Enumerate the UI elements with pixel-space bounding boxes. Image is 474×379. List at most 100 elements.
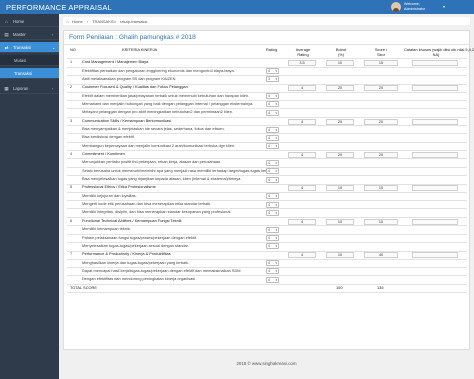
- rating-select[interactable]: 3 ▾: [266, 76, 279, 83]
- exchange-icon: ⇄: [4, 45, 9, 50]
- footer: 2018 © www.singhakreasi.com: [236, 361, 297, 366]
- bobot-value: 20: [326, 118, 354, 125]
- rating-select[interactable]: 4 ▾: [266, 235, 279, 241]
- rating-select[interactable]: 4 ▾: [266, 260, 279, 267]
- rating-select[interactable]: 4 ▾: [266, 68, 279, 74]
- sidebar-item-home[interactable]: ⌂ Home: [0, 16, 59, 27]
- criterion-text: Menghasilkan kinerja dan tugas-tugas/pek…: [82, 259, 190, 265]
- rating-select[interactable]: 4 ▾: [266, 126, 279, 133]
- rating-select[interactable]: 4 ▾: [266, 93, 279, 100]
- caret-down-icon: ▾: [275, 102, 277, 107]
- rating-select[interactable]: 4 ▾: [266, 101, 279, 108]
- group-title: Communication Skills / Kemampuan Berkomu…: [82, 117, 172, 123]
- rating-select-value: 4: [268, 127, 270, 132]
- rating-select-value: 4: [268, 210, 270, 215]
- catatan-input[interactable]: [412, 218, 458, 225]
- bobot-value: 10: [326, 252, 354, 259]
- score-value: 10: [364, 218, 398, 225]
- catatan-input[interactable]: [412, 118, 458, 125]
- average-rating-value: 4: [288, 85, 316, 92]
- sidebar-subitem-mutasi[interactable]: Mutasi: [0, 55, 59, 66]
- catatan-input[interactable]: [412, 185, 458, 192]
- caret-down-icon: ▾: [275, 127, 277, 132]
- rating-select-value: 4: [268, 177, 270, 182]
- sidebar-subitem-transaksi[interactable]: Transaksi: [0, 68, 59, 79]
- sidebar-item-master[interactable]: ▤ Master ‹: [0, 29, 59, 40]
- group-number: 4: [70, 150, 73, 156]
- rating-select-value: 4: [268, 160, 270, 165]
- header-no: NO: [70, 47, 76, 52]
- rating-select[interactable]: 4 ▾: [266, 193, 279, 200]
- rating-select[interactable]: 4 ▾: [266, 176, 279, 183]
- top-navbar: PERFORMANCE APPRAISAL Welcome, Administr…: [0, 0, 474, 14]
- caret-down-icon: ▾: [275, 277, 277, 282]
- rating-select[interactable]: 4 ▾: [266, 109, 279, 116]
- sidebar-item-label: Master: [13, 32, 26, 37]
- catatan-input[interactable]: [412, 151, 458, 158]
- criterion-text: Bisa berdiskusi dengan efektif.: [82, 134, 135, 140]
- caret-down-icon: ▾: [275, 77, 277, 82]
- caret-down-icon: ▾: [443, 4, 446, 9]
- criterion-text: Memiliki kejujuran dan loyalitas.: [82, 192, 137, 198]
- criterion-text: Memiliki integritas, disiplin, dan bisa …: [82, 209, 232, 215]
- breadcrumb-separator-icon: ›: [115, 19, 117, 24]
- rating-select[interactable]: 4 ▾: [266, 268, 279, 275]
- rating-select[interactable]: 4 ▾: [266, 226, 279, 233]
- score-value: 20: [364, 118, 398, 125]
- rating-select-value: 4: [268, 135, 270, 140]
- rating-select-value: 4: [268, 261, 270, 266]
- average-rating-value: 4: [288, 118, 316, 125]
- criterion-text: Dengan efektifitas dan mendorong peningk…: [82, 276, 196, 282]
- chevron-icon: ‹: [52, 86, 54, 91]
- score-value: 15: [364, 60, 398, 66]
- rating-select[interactable]: 4 ▾: [266, 209, 279, 216]
- table-row-divider: [67, 150, 467, 152]
- group-number: 2: [70, 84, 73, 90]
- group-number: 6: [70, 217, 73, 223]
- group-title: Functional Technical Abilities / Kemampu…: [82, 217, 182, 223]
- rating-select[interactable]: 4 ▾: [266, 243, 279, 250]
- caret-down-icon: ▾: [275, 94, 277, 99]
- rating-select[interactable]: 4 ▾: [266, 143, 279, 150]
- bobot-value: 10: [326, 218, 354, 225]
- catatan-input[interactable]: [412, 60, 458, 66]
- criterion-text: Efektifitas perbaikan dan pengaturan eng…: [82, 67, 235, 73]
- caret-down-icon: ▾: [275, 202, 277, 207]
- total-bobot: 100: [336, 285, 343, 290]
- criterion-text: Paham pelaksanaan fungsi tugas/proses/pe…: [82, 234, 198, 240]
- group-title: Commitment / Komitmen: [82, 150, 125, 156]
- rating-select-value: 4: [268, 236, 270, 240]
- sidebar-item-laporan[interactable]: ▦ Laporan ‹: [0, 83, 59, 94]
- header-score-b: Skor: [377, 51, 385, 57]
- header-catatan-b: NA): [432, 51, 440, 57]
- rating-select[interactable]: 4 ▾: [266, 168, 279, 175]
- average-rating-value: 3.5: [288, 60, 316, 66]
- chevron-icon: ‹: [52, 32, 54, 37]
- bobot-value: 20: [326, 85, 354, 92]
- breadcrumb-current: rekap-transaksi: [120, 19, 148, 24]
- rating-select[interactable]: 4 ▾: [266, 134, 279, 141]
- sidebar-item-transaksi[interactable]: ⇄ Transaksi ⌄: [0, 42, 59, 53]
- criterion-text: Menyelesaikan tugas-tugas/pekerjaan sesu…: [82, 242, 189, 248]
- user-menu[interactable]: Welcome, Administrator ▾: [383, 1, 474, 13]
- caret-down-icon: ▾: [275, 227, 277, 232]
- breadcrumb-home[interactable]: Home: [72, 19, 83, 24]
- caret-down-icon: ▾: [275, 69, 277, 73]
- app-title: PERFORMANCE APPRAISAL: [6, 3, 112, 12]
- rating-select-value: 4: [268, 69, 270, 73]
- catatan-input[interactable]: [412, 85, 458, 92]
- sidebar-item-label: Transaksi: [13, 45, 31, 50]
- caret-down-icon: ▾: [275, 261, 277, 266]
- rating-select[interactable]: 4 ▾: [266, 159, 279, 166]
- rating-select-value: 4: [268, 102, 270, 107]
- breadcrumb-separator-icon: ›: [87, 19, 89, 24]
- user-role: Administrator: [404, 6, 426, 11]
- catatan-input[interactable]: [412, 252, 458, 259]
- rating-select[interactable]: 4 ▾: [266, 276, 279, 283]
- sidebar-item-label: Home: [13, 19, 25, 24]
- rating-select-value: 4: [268, 144, 270, 149]
- form-panel: Form Penilaian : Ghalih pamungkas # 2018…: [63, 30, 474, 350]
- rating-select[interactable]: 4 ▾: [266, 201, 279, 208]
- criterion-text: Melayani pelanggan dengan pro aktif meni…: [82, 109, 233, 115]
- breadcrumb-transaksi[interactable]: TRANSAKSI: [92, 19, 115, 24]
